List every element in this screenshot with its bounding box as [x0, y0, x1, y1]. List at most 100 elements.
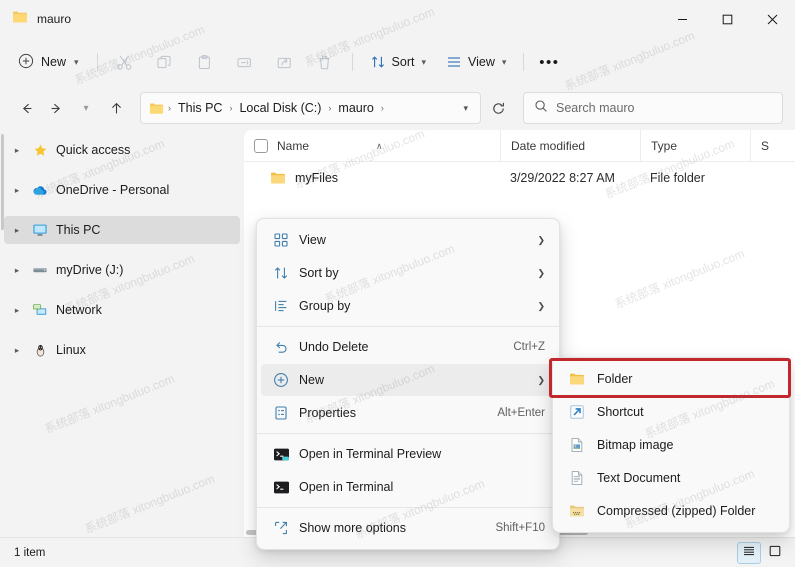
cut-button[interactable] — [106, 46, 144, 78]
context-menu-item-properties[interactable]: Properties Alt+Enter — [261, 397, 555, 429]
breadcrumb-dropdown-icon[interactable]: ▾ — [455, 103, 476, 114]
more-options-icon — [273, 520, 299, 536]
submenu-item-shortcut[interactable]: Shortcut — [557, 396, 785, 428]
submenu-item-compressed-folder[interactable]: Compressed (zipped) Folder — [557, 495, 785, 527]
rename-button[interactable] — [226, 46, 264, 78]
zip-folder-icon — [567, 503, 587, 519]
large-icons-view-button[interactable] — [763, 542, 787, 564]
sort-button[interactable]: Sort ▾ — [361, 46, 435, 78]
monitor-icon — [31, 222, 49, 238]
details-icon — [742, 544, 756, 561]
view-toggle-group — [737, 541, 787, 564]
context-menu-item-open-in-terminal[interactable]: Open in Terminal — [261, 471, 555, 503]
sidebar-scrollbar[interactable] — [1, 134, 4, 230]
back-button[interactable] — [12, 94, 40, 122]
sidebar-item-linux[interactable]: ▸ Linux — [4, 336, 240, 364]
context-menu-item-undo-delete[interactable]: Undo Delete Ctrl+Z — [261, 331, 555, 363]
column-header-date-modified[interactable]: Date modified — [500, 130, 640, 162]
context-menu-item-sort-by[interactable]: Sort by ❯ — [261, 257, 555, 289]
search-input[interactable]: Search mauro — [556, 101, 635, 115]
minimize-button[interactable] — [660, 0, 705, 38]
file-name-label: myFiles — [295, 171, 339, 185]
close-button[interactable] — [750, 0, 795, 38]
column-header-label: Type — [651, 138, 678, 153]
maximize-button[interactable] — [705, 0, 750, 38]
terminal-preview-icon — [273, 447, 299, 462]
drive-icon — [31, 262, 49, 278]
sidebar-item-mydrive[interactable]: ▸ myDrive (J:) — [4, 256, 240, 284]
chevron-right-icon[interactable]: ▸ — [10, 265, 24, 276]
sidebar-item-label: OneDrive - Personal — [56, 183, 170, 197]
table-row[interactable]: myFiles 3/29/2022 8:27 AM File folder — [244, 162, 795, 194]
breadcrumb-separator: › — [380, 103, 384, 113]
chevron-right-icon[interactable]: ▸ — [10, 145, 24, 156]
properties-icon — [273, 405, 299, 421]
copy-button[interactable] — [146, 46, 184, 78]
submenu-item-label: Bitmap image — [597, 438, 674, 452]
submenu-item-label: Text Document — [597, 471, 681, 485]
chevron-down-icon: ▾ — [421, 56, 427, 67]
chevron-down-icon: ▾ — [74, 56, 79, 67]
refresh-button[interactable] — [483, 101, 513, 116]
context-menu-item-open-in-terminal-preview[interactable]: Open in Terminal Preview — [261, 438, 555, 470]
submenu-item-bitmap-image[interactable]: Bitmap image — [557, 429, 785, 461]
submenu-item-folder[interactable]: Folder — [557, 363, 785, 395]
context-menu-item-label: New — [299, 373, 325, 387]
submenu-item-label: Compressed (zipped) Folder — [597, 504, 756, 518]
chevron-right-icon[interactable]: ▸ — [10, 305, 24, 316]
chevron-right-icon: ❯ — [537, 267, 545, 278]
breadcrumb-item-local-disk[interactable]: Local Disk (C:) — [234, 98, 326, 118]
toolbar-divider-3 — [523, 53, 525, 71]
select-all-checkbox[interactable] — [254, 138, 268, 153]
details-view-button[interactable] — [737, 541, 761, 564]
chevron-right-icon[interactable]: ▸ — [10, 185, 24, 196]
share-button[interactable] — [266, 46, 304, 78]
breadcrumb[interactable]: › This PC › Local Disk (C:) › mauro › ▾ — [140, 92, 481, 124]
context-menu-item-show-more-options[interactable]: Show more options Shift+F10 — [261, 512, 555, 544]
view-button[interactable]: View ▾ — [437, 46, 515, 78]
column-header-label: Name — [277, 138, 310, 153]
window-controls — [660, 0, 795, 38]
file-name-cell: myFiles — [244, 170, 500, 186]
breadcrumb-separator: › — [229, 103, 233, 113]
sort-button-label: Sort — [391, 55, 415, 69]
penguin-icon — [31, 343, 49, 358]
chevron-right-icon: ❯ — [537, 234, 545, 245]
context-menu-item-view[interactable]: View ❯ — [261, 224, 555, 256]
address-bar: ▾ › This PC › Local Disk (C:) › mauro › … — [0, 86, 795, 130]
sidebar-item-quick-access[interactable]: ▸ Quick access — [4, 136, 240, 164]
chevron-right-icon[interactable]: ▸ — [10, 345, 24, 356]
context-menu-item-new[interactable]: New ❯ — [261, 364, 555, 396]
sidebar-item-onedrive[interactable]: ▸ OneDrive - Personal — [4, 176, 240, 204]
group-icon — [273, 298, 299, 314]
large-icons-icon — [768, 544, 782, 561]
submenu-item-text-document[interactable]: Text Document — [557, 462, 785, 494]
context-menu-item-label: Sort by — [299, 266, 339, 280]
breadcrumb-item-this-pc[interactable]: This PC — [173, 98, 227, 118]
context-menu-item-group-by[interactable]: Group by ❯ — [261, 290, 555, 322]
chevron-right-icon: ❯ — [537, 300, 545, 311]
chevron-right-icon[interactable]: ▸ — [10, 225, 24, 236]
delete-button[interactable] — [306, 46, 344, 78]
search-icon — [534, 99, 548, 118]
sidebar-item-this-pc[interactable]: ▸ This PC — [4, 216, 240, 244]
chevron-right-icon: ❯ — [537, 374, 545, 385]
grid-icon — [273, 232, 299, 248]
column-header-name[interactable]: Name ∧ — [244, 138, 500, 153]
bitmap-icon — [567, 437, 587, 453]
breadcrumb-item-mauro[interactable]: mauro — [333, 98, 378, 118]
up-button[interactable] — [102, 94, 130, 122]
column-header-label: Date modified — [511, 138, 586, 153]
column-header-size[interactable]: S — [750, 130, 795, 162]
more-toolbar-button[interactable]: ••• — [532, 46, 566, 78]
new-button[interactable]: New ▾ — [10, 46, 89, 78]
forward-button[interactable] — [42, 94, 70, 122]
toolbar-divider-2 — [351, 53, 353, 71]
network-icon — [31, 302, 49, 318]
sidebar-item-network[interactable]: ▸ Network — [4, 296, 240, 324]
recent-locations-button[interactable]: ▾ — [72, 94, 100, 122]
paste-button[interactable] — [186, 46, 224, 78]
file-explorer-window: mauro New ▾ Sort ▾ View ▾ ••• ▾ › This P… — [0, 0, 795, 567]
search-box[interactable]: Search mauro — [523, 92, 783, 124]
column-header-type[interactable]: Type — [640, 130, 750, 162]
